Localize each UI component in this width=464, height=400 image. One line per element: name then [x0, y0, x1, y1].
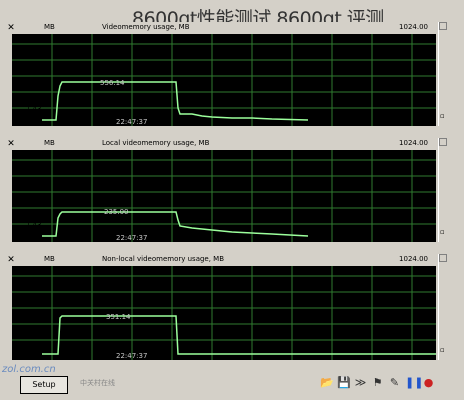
- graph-svg: 351.14 22:47:37: [12, 266, 436, 360]
- min-value: 0.00: [24, 340, 40, 348]
- pause-icon[interactable]: ❚❚: [405, 376, 423, 389]
- scrollbar[interactable]: [438, 138, 447, 242]
- min-value: 1.43: [26, 221, 42, 229]
- usage-line: [42, 81, 309, 121]
- save-icon[interactable]: 💾: [337, 376, 351, 389]
- watermark-site: zol.com.cn: [2, 364, 56, 375]
- record-icon[interactable]: ●: [422, 376, 435, 389]
- panel-title: Videomemory usage, MB: [102, 23, 190, 31]
- grid: [12, 266, 436, 360]
- panel-unit-label: MB: [44, 139, 55, 147]
- brush-icon[interactable]: ✎: [388, 376, 401, 389]
- graph-area: 556.14 22:47:37: [12, 34, 436, 126]
- bottom-toolbar: zol.com.cn Setup 中关村在线 📂 💾 ≫ ⚑ ✎ ❚❚ ●: [0, 364, 464, 400]
- time-label: 22:47:37: [116, 234, 147, 242]
- graph-svg: 556.14 22:47:37: [12, 34, 436, 126]
- grid: [12, 34, 436, 126]
- scroll-thumb[interactable]: [439, 138, 447, 146]
- max-value: 1024.00: [399, 255, 428, 263]
- peak-label: 235.00: [104, 208, 129, 216]
- panel-header: ✕ MB Non-local videomemory usage, MB 102…: [4, 254, 436, 266]
- close-button[interactable]: ✕: [6, 23, 16, 33]
- min-value: 1.43: [26, 105, 42, 113]
- graph-svg: 235.00 22:47:37: [12, 150, 436, 242]
- watermark-cn: 中关村在线: [80, 379, 115, 387]
- peak-label: 351.14: [106, 313, 131, 321]
- toolbar-icons: 📂 💾 ≫ ⚑ ✎ ❚❚ ●: [320, 376, 435, 389]
- panel-title: Local videomemory usage, MB: [102, 139, 210, 147]
- panel-unit-label: MB: [44, 255, 55, 263]
- graph-area: 351.14 22:47:37: [12, 266, 436, 360]
- panel-unit-label: MB: [44, 23, 55, 31]
- close-button[interactable]: ✕: [6, 255, 16, 265]
- scroll-marker-icon: ▫: [440, 346, 445, 354]
- max-value: 1024.00: [399, 23, 428, 31]
- monitor-panel-nonlocal-videomemory: ✕ MB Non-local videomemory usage, MB 102…: [4, 254, 452, 362]
- flag-icon[interactable]: ⚑: [371, 376, 384, 389]
- time-label: 22:47:37: [116, 352, 147, 360]
- close-button[interactable]: ✕: [6, 139, 16, 149]
- graph-area: 235.00 22:47:37: [12, 150, 436, 242]
- time-label: 22:47:37: [116, 118, 147, 126]
- peak-label: 556.14: [100, 79, 125, 87]
- panel-header: ✕ MB Videomemory usage, MB 1024.00: [4, 22, 436, 34]
- scroll-marker-icon: ▫: [440, 228, 445, 236]
- grid: [12, 150, 436, 242]
- monitor-panel-local-videomemory: ✕ MB Local videomemory usage, MB 1024.00…: [4, 138, 452, 244]
- monitor-panel-videomemory: ✕ MB Videomemory usage, MB 1024.00 556.1…: [4, 22, 452, 128]
- panel-header: ✕ MB Local videomemory usage, MB 1024.00: [4, 138, 436, 150]
- setup-button[interactable]: Setup: [20, 376, 68, 394]
- scroll-marker-icon: ▫: [440, 112, 445, 120]
- folder-icon[interactable]: 📂: [320, 376, 334, 389]
- title-bar: 8600gt性能测试,8600gt 评测: [0, 0, 464, 30]
- scroll-thumb[interactable]: [439, 254, 447, 262]
- usage-line: [42, 315, 436, 355]
- max-value: 1024.00: [399, 139, 428, 147]
- scroll-thumb[interactable]: [439, 22, 447, 30]
- chevrons-icon[interactable]: ≫: [354, 376, 367, 389]
- scrollbar[interactable]: [438, 254, 447, 360]
- panel-title: Non-local videomemory usage, MB: [102, 255, 225, 263]
- scrollbar[interactable]: [438, 22, 447, 126]
